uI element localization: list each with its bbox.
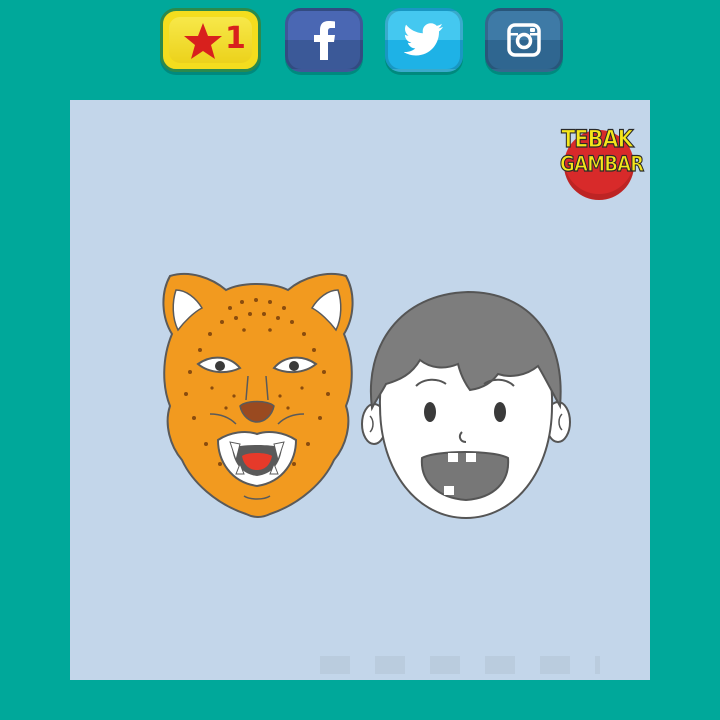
logo-word-1: TEBAK xyxy=(561,125,634,153)
logo-word-2: GAMBAR xyxy=(560,151,645,176)
star-icon xyxy=(184,23,222,59)
tebak-gambar-logo: TEBAK GAMBAR xyxy=(554,124,645,200)
instagram-icon xyxy=(507,23,541,57)
facebook-button[interactable] xyxy=(285,8,363,72)
boy-face-clue xyxy=(361,290,571,520)
facebook-icon xyxy=(314,21,335,60)
star-count: 1 xyxy=(225,21,246,56)
instagram-button[interactable] xyxy=(485,8,563,72)
top-toolbar: 1 xyxy=(0,0,720,90)
star-count-button[interactable]: 1 xyxy=(160,8,261,72)
twitter-button[interactable] xyxy=(385,8,463,72)
leopard-face-clue xyxy=(162,272,354,518)
twitter-icon xyxy=(404,23,443,56)
puzzle-picture-panel: TEBAK GAMBAR xyxy=(70,100,650,680)
faint-watermark xyxy=(320,656,600,674)
